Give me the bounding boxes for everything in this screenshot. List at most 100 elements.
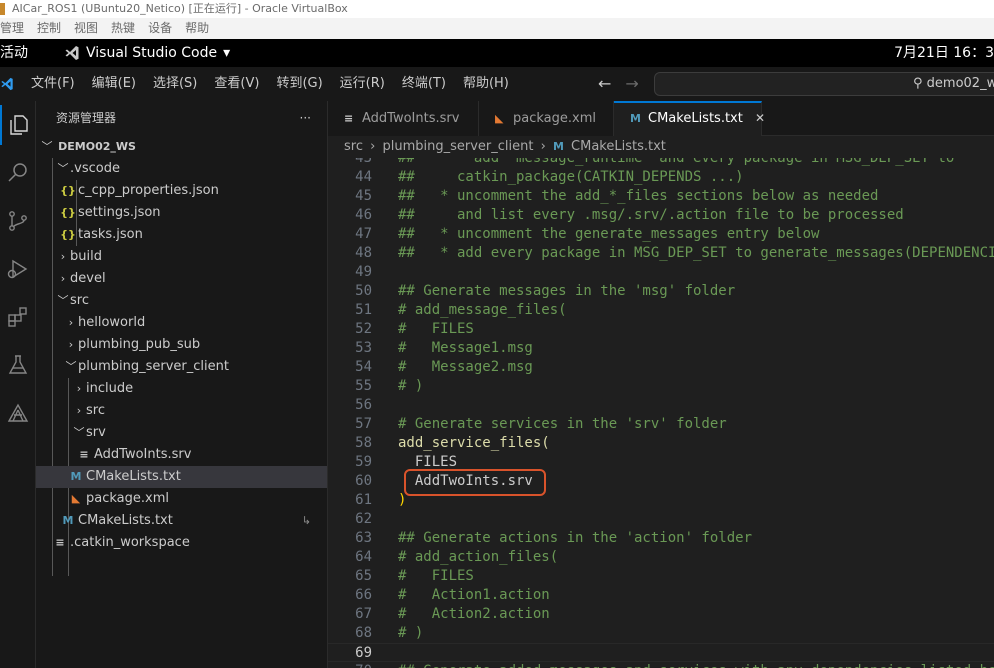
code-line[interactable]: 43 ## * add "message_runtime" and every p… (328, 158, 994, 168)
tree-item-label: plumbing_pub_sub (78, 337, 201, 352)
tab-package-xml[interactable]: ◣ package.xml (479, 101, 614, 136)
host-menu-item[interactable]: 帮助 (185, 18, 218, 39)
code-line[interactable]: 67 # Action2.action (328, 605, 994, 624)
menu-file[interactable]: 文件(F) (31, 67, 75, 101)
code-line[interactable]: 62 (328, 510, 994, 529)
code-line[interactable]: 57 # Generate services in the 'srv' folde… (328, 415, 994, 434)
tree-item-file[interactable]: {} settings.json (36, 202, 327, 224)
symlink-icon: ↳ (301, 514, 311, 527)
tree-item-label: helloworld (78, 315, 146, 330)
code-line[interactable]: 56 (328, 396, 994, 415)
tree-item-file[interactable]: M CMakeLists.txt ↳ (36, 510, 327, 532)
breadcrumb-item[interactable]: src (344, 139, 363, 154)
menu-help[interactable]: 帮助(H) (463, 67, 509, 101)
tree-item-folder[interactable]: ﹀ srv (36, 422, 327, 444)
code-line[interactable]: 52 # FILES (328, 320, 994, 339)
source-control-icon[interactable] (0, 201, 36, 241)
text-file-icon: ≡ (79, 448, 89, 461)
menu-run[interactable]: 运行(R) (340, 67, 385, 101)
tree-item-folder[interactable]: › include (36, 378, 327, 400)
run-debug-icon[interactable] (0, 249, 36, 289)
code-line[interactable]: 47 ## * uncomment the generate_messages e… (328, 225, 994, 244)
code-line[interactable]: 46 ## and list every .msg/.srv/.action fi… (328, 206, 994, 225)
tree-item-folder[interactable]: › src (36, 400, 327, 422)
tree-item-folder[interactable]: ﹀ .vscode (36, 158, 327, 180)
tree-item-folder[interactable]: › helloworld (36, 312, 327, 334)
tree-item-folder[interactable]: › devel (36, 268, 327, 290)
code-line[interactable]: 70 ## Generate added messages and service… (328, 662, 994, 668)
menu-edit[interactable]: 编辑(E) (92, 67, 136, 101)
code-line[interactable]: 53 # Message1.msg (328, 339, 994, 358)
menu-selection[interactable]: 选择(S) (153, 67, 197, 101)
close-icon[interactable]: ✕ (755, 111, 765, 125)
code-text: # add_action_files( (398, 549, 559, 565)
host-menu-item[interactable]: 热键 (111, 18, 144, 39)
tree-item-file-selected[interactable]: M CMakeLists.txt (36, 466, 327, 488)
tree-item-file[interactable]: ≡ .catkin_workspace (36, 532, 327, 554)
code-line[interactable]: 60 AddTwoInts.srv (328, 472, 994, 491)
code-line[interactable]: 45 ## * uncomment the add_*_files section… (328, 187, 994, 206)
tree-item-file[interactable]: ≡ AddTwoInts.srv (36, 444, 327, 466)
tree-item-file[interactable]: {} tasks.json (36, 224, 327, 246)
tab-cmakelists-txt[interactable]: M CMakeLists.txt ✕ (614, 101, 765, 136)
search-icon[interactable] (0, 153, 36, 193)
code-line[interactable]: 55 # ) (328, 377, 994, 396)
code-line[interactable]: 68 # ) (328, 624, 994, 643)
code-line[interactable]: 66 # Action1.action (328, 586, 994, 605)
tree-item-folder[interactable]: ﹀ plumbing_server_client (36, 356, 327, 378)
breadcrumb-file[interactable]: CMakeLists.txt (571, 139, 666, 154)
tree-item-folder[interactable]: › plumbing_pub_sub (36, 334, 327, 356)
tree-item-file[interactable]: {} c_cpp_properties.json (36, 180, 327, 202)
code-line[interactable]: 65 # FILES (328, 567, 994, 586)
code-line[interactable]: 61) (328, 491, 994, 510)
line-number: 46 (355, 207, 372, 223)
line-number: 62 (355, 511, 372, 527)
code-line[interactable]: 51 # add_message_files( (328, 301, 994, 320)
command-center-search[interactable]: ⚲ demo02_w (654, 72, 994, 96)
testing-icon[interactable] (0, 345, 36, 385)
tree-item-folder[interactable]: ﹀ src (36, 290, 327, 312)
back-arrow-icon[interactable]: ← (598, 67, 611, 101)
tree-item-file[interactable]: ◣ package.xml (36, 488, 327, 510)
clock[interactable]: 7月21日 16：3 (894, 39, 994, 67)
host-menu-item[interactable]: 视图 (74, 18, 107, 39)
code-line[interactable]: 44 ## catkin_package(CATKIN_DEPENDS ...) (328, 168, 994, 187)
code-line[interactable]: 63 ## Generate actions in the 'action' fo… (328, 529, 994, 548)
code-line[interactable]: 48 ## * add every package in MSG_DEP_SET … (328, 244, 994, 263)
search-icon: ⚲ (913, 76, 923, 91)
line-number: 57 (355, 416, 372, 432)
breadcrumb-item[interactable]: plumbing_server_client (382, 139, 533, 154)
line-number: 70 (328, 662, 372, 668)
tree-item-label: CMakeLists.txt (86, 469, 181, 484)
code-line[interactable]: 58 add_service_files( (328, 434, 994, 453)
menu-terminal[interactable]: 终端(T) (402, 67, 446, 101)
tree-item-label: .catkin_workspace (70, 535, 190, 550)
code-line[interactable]: 54 # Message2.msg (328, 358, 994, 377)
host-menu-item[interactable]: 管理 (0, 18, 33, 39)
code-editor[interactable]: 43 ## * add "message_runtime" and every p… (328, 158, 994, 668)
code-line[interactable]: 64 # add_action_files( (328, 548, 994, 567)
workspace-root[interactable]: ﹀ DEMO02_WS (36, 136, 327, 158)
code-line[interactable]: 69 (328, 643, 994, 662)
ros-icon[interactable] (0, 393, 36, 433)
line-number: 69 (355, 645, 372, 661)
host-menu-item[interactable]: 控制 (37, 18, 70, 39)
code-line[interactable]: 50 ## Generate messages in the 'msg' fold… (328, 282, 994, 301)
app-menu[interactable]: Visual Studio Code ▾ (64, 39, 230, 67)
extensions-icon[interactable] (0, 297, 36, 337)
code-text: ## Generate added messages and services … (398, 662, 994, 668)
menu-go[interactable]: 转到(G) (276, 67, 322, 101)
code-line[interactable]: 49 (328, 263, 994, 282)
tab-label: AddTwoInts.srv (362, 111, 460, 126)
activity-bar (0, 101, 36, 668)
host-menu-item[interactable]: 设备 (148, 18, 181, 39)
code-line[interactable]: 59 FILES (328, 453, 994, 472)
tree-item-folder[interactable]: › build (36, 246, 327, 268)
activities-button[interactable]: 活动 (0, 39, 28, 67)
menu-view[interactable]: 查看(V) (214, 67, 259, 101)
line-number: 53 (355, 340, 372, 356)
explorer-icon[interactable] (0, 105, 36, 145)
more-actions-icon[interactable]: ··· (300, 101, 311, 136)
forward-arrow-icon[interactable]: → (625, 67, 638, 101)
tab-addtwoints-srv[interactable]: ≡ AddTwoInts.srv (328, 101, 479, 136)
